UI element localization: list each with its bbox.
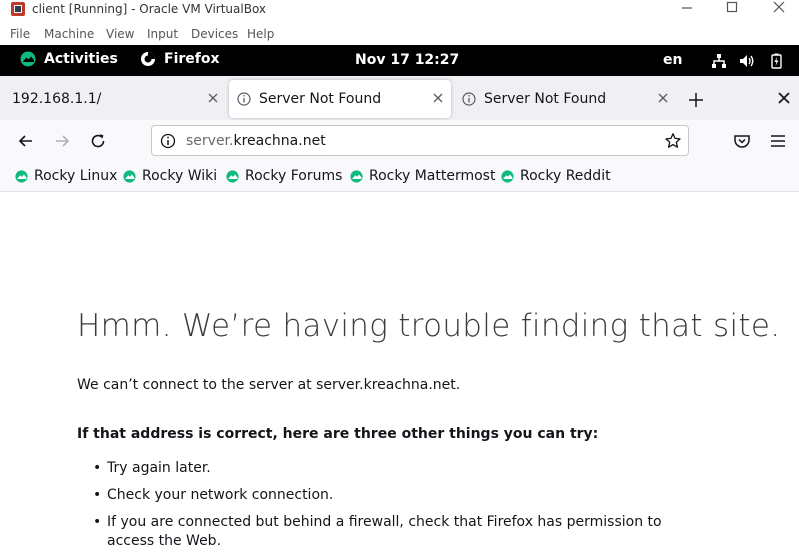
vbox-menubar: File Machine View Input Devices Help (0, 24, 799, 44)
bookmark-rocky-reddit[interactable]: Rocky Reddit (501, 168, 611, 184)
tab-label: Server Not Found (484, 91, 607, 107)
bookmark-label: Rocky Wiki (142, 168, 218, 184)
app-name: Firefox (164, 51, 220, 67)
info-icon (237, 92, 251, 106)
rocky-logo-icon (501, 169, 514, 183)
firefox-icon (141, 52, 155, 66)
menu-machine[interactable]: Machine (44, 27, 94, 41)
window-title: client [Running] - Oracle VM VirtualBox (32, 2, 267, 16)
rocky-logo-icon (350, 169, 363, 183)
page-content: Hmm. We’re having trouble finding that s… (0, 193, 799, 553)
bookmark-label: Rocky Mattermost (369, 168, 496, 184)
battery-charging-icon[interactable] (768, 53, 784, 69)
error-suggestions-list: Try again later. Check your network conn… (93, 459, 713, 553)
reload-icon[interactable] (89, 132, 107, 150)
bookmark-rocky-mattermost[interactable]: Rocky Mattermost (350, 168, 495, 184)
clock[interactable]: Nov 17 12:27 (355, 52, 459, 68)
hamburger-menu-icon[interactable] (769, 132, 787, 150)
menu-view[interactable]: View (106, 27, 134, 41)
tab-label: Server Not Found (259, 91, 382, 107)
app-menu-firefox[interactable]: Firefox (140, 51, 220, 67)
vbox-titlebar: client [Running] - Oracle VM VirtualBox (0, 0, 799, 22)
forward-arrow-icon[interactable] (53, 132, 71, 150)
tab-server-not-found[interactable]: Server Not Found (454, 80, 676, 118)
rocky-logo-icon (226, 169, 239, 183)
back-arrow-icon[interactable] (17, 132, 35, 150)
url-host-domain: kreachna.net (233, 133, 326, 149)
tab-server-not-found-active[interactable]: Server Not Found (229, 80, 451, 118)
list-item: Try again later. (93, 459, 713, 478)
bookmark-rocky-forums[interactable]: Rocky Forums (226, 168, 342, 184)
activities-label: Activities (44, 51, 118, 67)
bookmark-label: Rocky Linux (34, 168, 118, 184)
error-title: Hmm. We’re having trouble finding that s… (77, 308, 781, 344)
network-wired-icon[interactable] (711, 53, 727, 69)
info-icon (462, 92, 476, 106)
tab-router[interactable]: 192.168.1.1/ (4, 80, 226, 118)
bookmark-star-icon[interactable] (664, 132, 682, 150)
volume-icon[interactable] (739, 53, 755, 69)
menu-input[interactable]: Input (147, 27, 178, 41)
bookmark-label: Rocky Reddit (520, 168, 611, 184)
virtualbox-app-icon (11, 2, 25, 16)
bookmark-rocky-linux[interactable]: Rocky Linux (15, 168, 117, 184)
rocky-logo-icon (20, 51, 36, 67)
menu-file[interactable]: File (10, 27, 30, 41)
maximize-icon[interactable] (717, 0, 747, 18)
new-tab-icon[interactable] (686, 90, 706, 110)
close-firefox-icon[interactable] (776, 90, 792, 106)
site-info-icon[interactable] (160, 133, 176, 149)
activities-button[interactable]: Activities (20, 51, 118, 67)
menu-devices[interactable]: Devices (191, 27, 238, 41)
keyboard-layout[interactable]: en (663, 52, 682, 68)
pocket-icon[interactable] (733, 132, 751, 150)
bookmarks-toolbar: Rocky Linux Rocky Wiki Rocky Forums Rock… (0, 162, 799, 192)
gnome-top-bar: Activities Firefox Nov 17 12:27 en (0, 45, 799, 76)
tab-label: 192.168.1.1/ (12, 91, 102, 107)
error-description: We can’t connect to the server at server… (77, 377, 461, 393)
list-item: Check your network connection. (93, 486, 713, 505)
tab-close-icon[interactable] (206, 91, 220, 105)
rocky-logo-icon (15, 169, 28, 183)
bookmark-rocky-wiki[interactable]: Rocky Wiki (123, 168, 217, 184)
close-window-icon[interactable] (764, 0, 794, 18)
menu-help[interactable]: Help (247, 27, 274, 41)
url-bar[interactable]: server.kreachna.net (151, 125, 689, 156)
tab-strip: 192.168.1.1/ Server Not Found Server Not… (0, 76, 799, 120)
url-host-prefix: server. (186, 133, 234, 149)
tab-close-icon[interactable] (656, 91, 670, 105)
minimize-icon[interactable] (672, 0, 702, 18)
url-text[interactable]: server.kreachna.net (186, 133, 326, 149)
tab-close-icon[interactable] (431, 91, 445, 105)
error-suggestions-heading: If that address is correct, here are thr… (77, 426, 599, 442)
list-item: If you are connected but behind a firewa… (93, 513, 713, 551)
rocky-logo-icon (123, 169, 136, 183)
bookmark-label: Rocky Forums (245, 168, 343, 184)
